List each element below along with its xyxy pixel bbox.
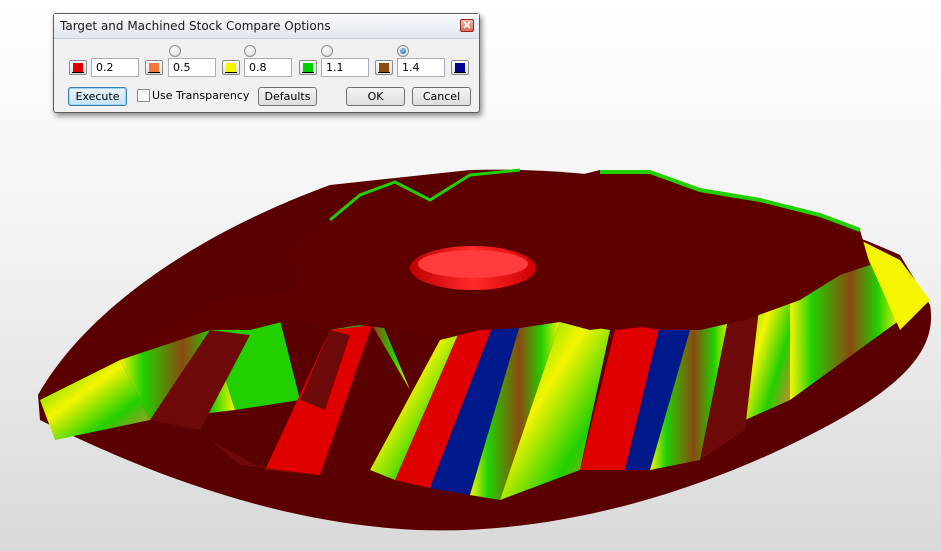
ok-button[interactable]: OK xyxy=(346,87,405,106)
compare-options-dialog: Target and Machined Stock Compare Option… xyxy=(53,13,480,113)
color-button-1[interactable] xyxy=(69,60,87,75)
color-button-4[interactable] xyxy=(299,60,317,75)
threshold-field-3[interactable]: 0.8 xyxy=(244,58,292,77)
threshold-field-4[interactable]: 1.1 xyxy=(321,58,369,77)
color-button-5[interactable] xyxy=(375,60,393,75)
cancel-button[interactable]: Cancel xyxy=(412,87,471,106)
radio-threshold-1[interactable] xyxy=(169,45,181,57)
color-swatch-brown xyxy=(379,63,389,72)
close-button[interactable] xyxy=(460,19,474,32)
color-swatch-red xyxy=(73,63,83,72)
dialog-titlebar[interactable]: Target and Machined Stock Compare Option… xyxy=(54,14,479,39)
execute-button[interactable]: Execute xyxy=(68,87,127,106)
threshold-field-5[interactable]: 1.4 xyxy=(397,58,445,77)
radio-threshold-3[interactable] xyxy=(321,45,333,57)
radio-threshold-2[interactable] xyxy=(244,45,256,57)
threshold-field-1[interactable]: 0.2 xyxy=(91,58,139,77)
threshold-field-2[interactable]: 0.5 xyxy=(168,58,216,77)
color-button-6[interactable] xyxy=(451,60,469,75)
defaults-button[interactable]: Defaults xyxy=(258,87,317,106)
use-transparency-label: Use Transparency xyxy=(152,89,250,102)
radio-selected-dot xyxy=(400,48,406,54)
use-transparency-checkbox[interactable] xyxy=(137,89,150,102)
color-button-2[interactable] xyxy=(145,60,163,75)
color-swatch-orange xyxy=(149,63,159,72)
dialog-title: Target and Machined Stock Compare Option… xyxy=(60,19,331,33)
color-button-3[interactable] xyxy=(222,60,240,75)
gear-bore-inner xyxy=(418,250,528,278)
color-swatch-green xyxy=(303,63,313,72)
radio-threshold-4[interactable] xyxy=(397,45,409,57)
close-icon xyxy=(463,21,471,29)
color-swatch-yellow xyxy=(226,63,236,72)
color-swatch-blue xyxy=(455,63,465,72)
